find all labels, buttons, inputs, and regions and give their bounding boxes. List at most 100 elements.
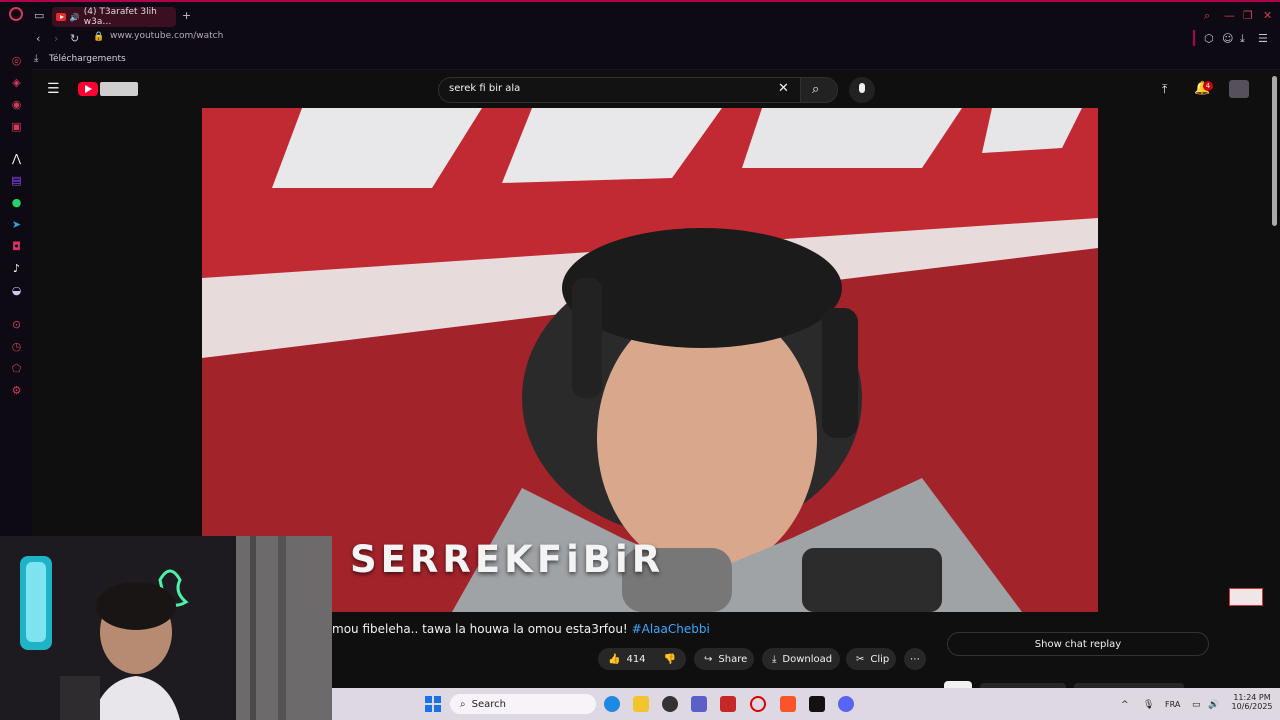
like-icon[interactable]: 👍: [608, 654, 620, 665]
tray-overflow-icon[interactable]: ^: [1121, 700, 1129, 710]
teams-icon[interactable]: [691, 696, 707, 712]
downloads-icon[interactable]: ⤓: [1240, 33, 1245, 44]
edge-icon[interactable]: [604, 696, 620, 712]
video-frame: [202, 108, 1098, 612]
page-scrollbar[interactable]: [1272, 76, 1277, 226]
maximize-icon[interactable]: ❐: [1243, 10, 1253, 21]
speaker-icon[interactable]: 🔊: [70, 13, 80, 22]
ai-icon[interactable]: ⋀: [10, 152, 23, 165]
youtube-logo-icon[interactable]: [78, 82, 98, 96]
avatar[interactable]: [1229, 80, 1249, 98]
voice-search-button[interactable]: [849, 77, 875, 103]
back-icon[interactable]: ‹: [36, 33, 40, 44]
webcam-frame: [0, 536, 332, 720]
webcam-overlay: [0, 536, 332, 720]
hashtag-link[interactable]: #AlaaChebbi: [632, 622, 710, 636]
messenger-icon[interactable]: ◉: [10, 98, 23, 111]
dislike-icon[interactable]: 👎: [664, 654, 676, 665]
tiktok-icon[interactable]: ♪: [10, 262, 23, 275]
aria-icon[interactable]: ◎: [10, 54, 23, 67]
downloads-label[interactable]: Téléchargements: [49, 54, 126, 64]
instagram-icon[interactable]: ◘: [10, 240, 23, 253]
start-button[interactable]: [425, 696, 441, 712]
clear-search-icon[interactable]: ✕: [778, 82, 789, 95]
bookmarks-icon[interactable]: ⊙: [10, 318, 23, 331]
chip-all[interactable]: [944, 681, 972, 688]
download-label: Download: [782, 653, 833, 665]
pc-app-icon[interactable]: [809, 696, 825, 712]
profile-icon[interactable]: ☺: [1222, 33, 1233, 44]
channel-logo: [100, 82, 138, 96]
share-button[interactable]: ↪ Share: [694, 648, 754, 670]
telegram-icon[interactable]: ➤: [10, 218, 23, 231]
crypto-wallet-icon[interactable]: ◈: [10, 76, 23, 89]
clip-button[interactable]: ✂ Clip: [846, 648, 896, 670]
minimize-icon[interactable]: —: [1224, 10, 1235, 21]
video-title: mou fibeleha.. tawa la houwa la omou est…: [332, 622, 710, 636]
downloads-bar: ⤓: [0, 50, 1280, 70]
more-actions-button[interactable]: ⋯: [904, 648, 926, 670]
new-tab-icon[interactable]: +: [182, 10, 191, 21]
like-dislike-group: 👍 414 👎: [598, 648, 686, 670]
like-count[interactable]: 414: [626, 654, 645, 665]
clock-time: 11:24 PM: [1233, 693, 1271, 702]
youtube-favicon-icon: [56, 13, 66, 21]
video-caption: SERREKFiBiR: [350, 538, 665, 581]
search-icon: ⌕: [812, 82, 820, 97]
app-icon[interactable]: [720, 696, 736, 712]
download-arrow-icon: ⤓: [34, 53, 39, 64]
network-icon[interactable]: ▭: [1192, 700, 1201, 710]
search-icon: ⌕: [460, 698, 466, 710]
brave-icon[interactable]: [780, 696, 796, 712]
video-title-text: mou fibeleha.. tawa la houwa la omou est…: [332, 622, 628, 636]
chat-replay-label: Show chat replay: [1034, 638, 1122, 650]
language-indicator[interactable]: FRA: [1165, 700, 1180, 709]
tray-microphone-icon[interactable]: 🎙: [1143, 700, 1154, 710]
opera-taskbar-icon[interactable]: [750, 696, 766, 712]
close-window-icon[interactable]: ✕: [1263, 10, 1272, 21]
tab-youtube[interactable]: 🔊 (4) T3arafet 3lih w3a…: [52, 7, 176, 27]
microphone-icon: [859, 83, 865, 93]
search-button[interactable]: ⌕: [800, 77, 838, 103]
discord-taskbar-icon[interactable]: [838, 696, 854, 712]
obs-icon[interactable]: [662, 696, 678, 712]
search-tabs-icon[interactable]: ⌕: [1204, 10, 1210, 21]
more-icon: ⋯: [910, 653, 920, 665]
file-explorer-icon[interactable]: [633, 696, 649, 712]
share-label: Share: [718, 653, 748, 665]
opera-logo-icon[interactable]: [9, 7, 23, 21]
download-button[interactable]: ⤓ Download: [762, 648, 840, 670]
upload-icon[interactable]: ⤒: [1162, 83, 1167, 95]
search-query[interactable]: serek fi bir ala: [449, 83, 520, 94]
easy-setup-icon[interactable]: ☰: [1258, 33, 1268, 44]
extensions-icon[interactable]: ⬡: [1204, 33, 1214, 44]
scissors-icon: ✂: [856, 653, 865, 665]
video-player[interactable]: [202, 108, 1098, 612]
browser-tab-bar: ▭ 🔊 (4) T3arafet 3lih w3a… + ⌕ — ❐ ✕: [0, 0, 1280, 28]
channel-watermark[interactable]: [1229, 588, 1263, 606]
taskbar-search[interactable]: ⌕ Search: [450, 694, 596, 714]
url-text[interactable]: www.youtube.com/watch: [110, 31, 223, 41]
notification-count-badge: 4: [1203, 81, 1213, 91]
extensions-sidebar-icon[interactable]: ⬠: [10, 362, 23, 375]
clock-date: 10/6/2025: [1231, 702, 1273, 711]
hamburger-menu-icon[interactable]: ☰: [47, 82, 60, 96]
show-chat-replay-button[interactable]: Show chat replay: [947, 632, 1209, 656]
taskbar-clock[interactable]: 11:24 PM 10/6/2025: [1230, 693, 1274, 711]
whatsapp-icon[interactable]: ●: [10, 196, 23, 209]
reload-icon[interactable]: ↻: [70, 33, 79, 44]
history-icon[interactable]: ◷: [10, 340, 23, 353]
clip-label: Clip: [870, 653, 890, 665]
workspaces-icon[interactable]: ▭: [34, 10, 44, 21]
player-icon[interactable]: ▣: [10, 120, 23, 133]
taskbar-search-placeholder: Search: [471, 698, 506, 710]
discord-icon[interactable]: ◒: [10, 284, 23, 297]
download-icon: ⤓: [772, 653, 777, 665]
share-icon: ↪: [704, 653, 713, 665]
settings-icon[interactable]: ⚙: [10, 384, 23, 397]
twitch-icon[interactable]: ▤: [10, 174, 23, 187]
windows-logo-icon: [425, 696, 432, 703]
address-bar-accent: [1193, 30, 1195, 46]
volume-icon[interactable]: 🔊: [1208, 700, 1219, 710]
forward-icon[interactable]: ›: [54, 33, 58, 44]
